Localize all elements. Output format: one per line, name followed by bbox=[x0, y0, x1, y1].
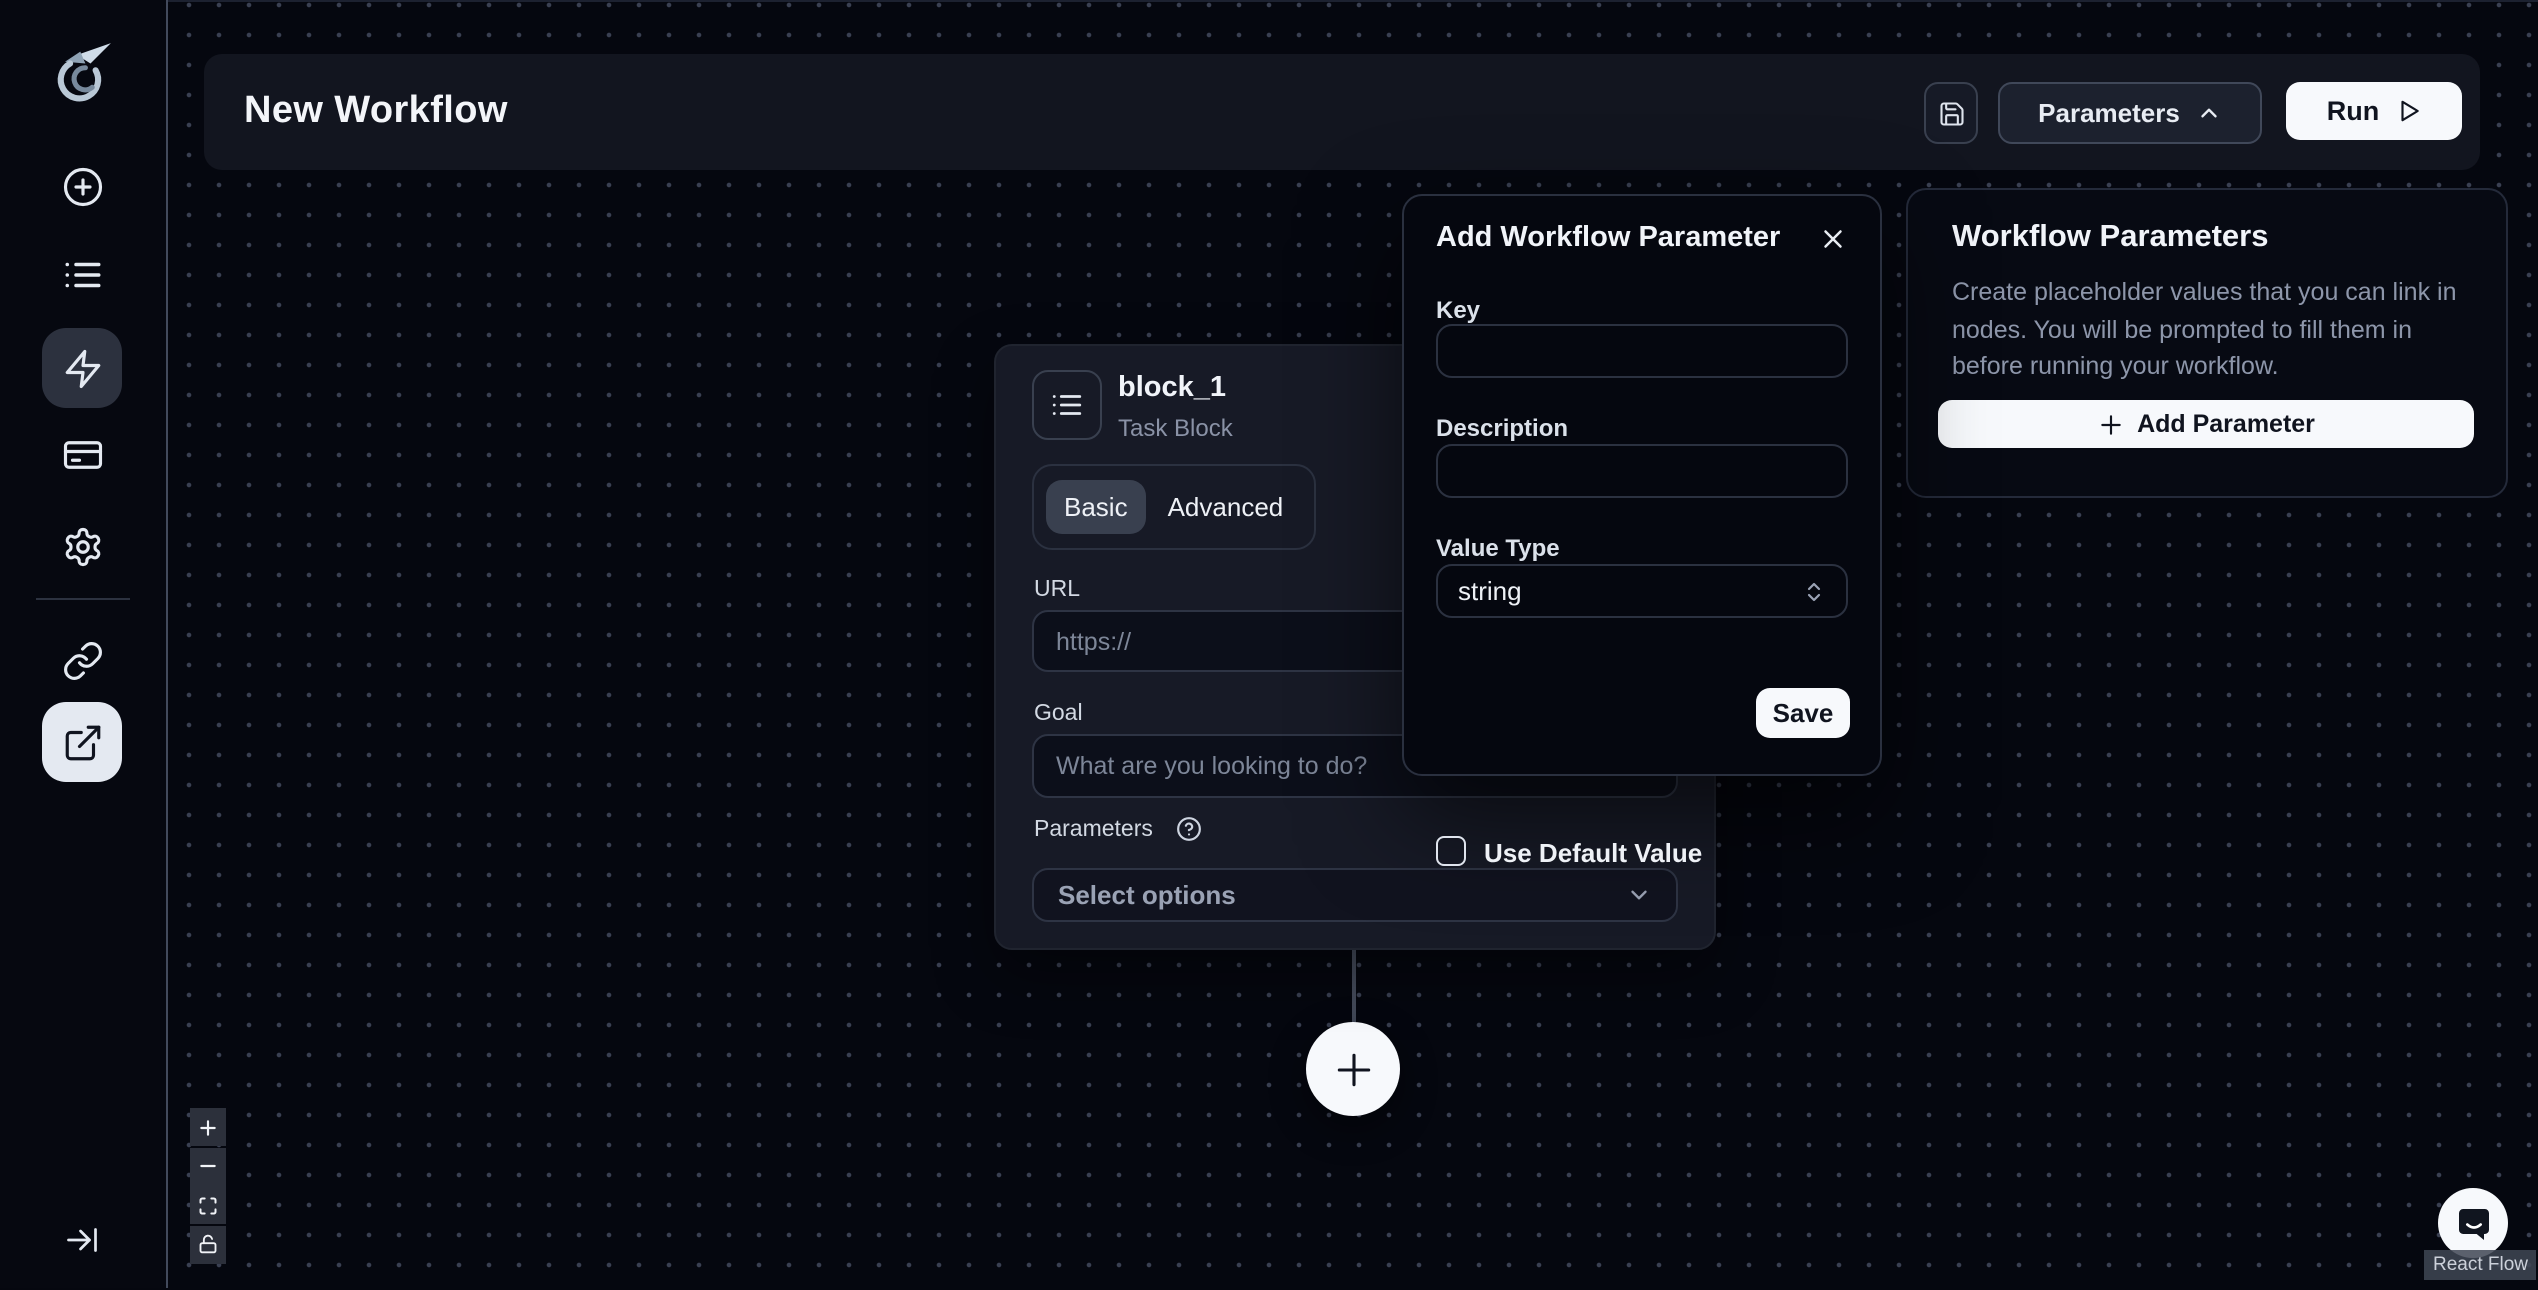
sidebar-item-integrations[interactable] bbox=[42, 620, 122, 700]
sidebar-item-billing[interactable] bbox=[42, 414, 122, 494]
use-default-value-checkbox[interactable] bbox=[1436, 836, 1466, 866]
workflow-parameters-panel: Workflow Parameters Create placeholder v… bbox=[1906, 188, 2508, 498]
modal-save-button[interactable]: Save bbox=[1756, 688, 1850, 738]
zoom-out-button[interactable] bbox=[190, 1147, 226, 1185]
list-icon bbox=[1050, 388, 1084, 422]
panel-title: Workflow Parameters bbox=[1952, 220, 2268, 256]
goal-label: Goal bbox=[1034, 702, 1083, 726]
external-link-icon bbox=[61, 721, 103, 763]
url-label: URL bbox=[1034, 578, 1080, 602]
plus-icon bbox=[1331, 1047, 1375, 1091]
sidebar-item-workflows[interactable] bbox=[42, 702, 122, 782]
select-placeholder: Select options bbox=[1058, 880, 1236, 910]
dragon-logo-icon bbox=[48, 38, 116, 106]
gear-icon bbox=[61, 525, 103, 567]
parameters-dropdown-button[interactable]: Parameters bbox=[1998, 82, 2262, 144]
tab-advanced[interactable]: Advanced bbox=[1150, 480, 1302, 534]
sidebar-expand-button[interactable] bbox=[42, 1200, 122, 1280]
sidebar-item-runs[interactable] bbox=[42, 234, 122, 314]
parameters-button-label: Parameters bbox=[2038, 98, 2180, 128]
add-parameter-label: Add Parameter bbox=[2137, 410, 2315, 438]
sidebar-item-tasks[interactable] bbox=[42, 328, 122, 408]
fit-view-button[interactable] bbox=[190, 1186, 226, 1224]
chat-launcher-button[interactable] bbox=[2438, 1188, 2508, 1258]
sidebar bbox=[0, 0, 168, 1288]
node-subtitle: Task Block bbox=[1118, 414, 1233, 442]
flow-controls bbox=[190, 1108, 226, 1264]
sidebar-item-create[interactable] bbox=[42, 146, 122, 226]
zap-icon bbox=[61, 347, 103, 389]
help-tooltip-trigger[interactable] bbox=[1176, 816, 1202, 852]
sidebar-divider bbox=[36, 598, 130, 600]
node-parameters-select[interactable]: Select options bbox=[1032, 868, 1678, 922]
key-label: Key bbox=[1436, 296, 1480, 324]
add-workflow-parameter-modal: Add Workflow Parameter Key Description V… bbox=[1402, 194, 1882, 776]
workflow-editor: New Workflow Parameters Run block bbox=[0, 0, 2538, 1288]
sidebar-item-settings[interactable] bbox=[42, 506, 122, 586]
unlock-icon bbox=[198, 1234, 218, 1254]
tab-basic[interactable]: Basic bbox=[1046, 480, 1146, 534]
close-icon bbox=[1817, 223, 1847, 253]
node-title: block_1 bbox=[1118, 372, 1226, 404]
workflow-header: New Workflow Parameters Run bbox=[204, 54, 2480, 170]
chat-bubble-icon bbox=[2453, 1203, 2493, 1243]
arrow-right-to-line-icon bbox=[64, 1222, 100, 1258]
node-parameters-label: Parameters bbox=[1034, 818, 1153, 842]
panel-description: Create placeholder values that you can l… bbox=[1952, 274, 2484, 386]
minus-icon bbox=[198, 1156, 218, 1176]
chevron-down-icon bbox=[1626, 882, 1652, 908]
flow-edge bbox=[1352, 946, 1355, 1024]
value-type-label: Value Type bbox=[1436, 534, 1560, 562]
list-icon bbox=[61, 253, 103, 295]
plus-icon bbox=[2097, 411, 2123, 437]
block-icon-box bbox=[1032, 370, 1102, 440]
react-flow-attribution: React Flow bbox=[2425, 1250, 2536, 1280]
link-icon bbox=[61, 639, 103, 681]
floppy-save-icon bbox=[1937, 99, 1965, 127]
node-parameters-row: Parameters bbox=[1034, 810, 1202, 852]
run-button-label: Run bbox=[2327, 96, 2380, 126]
description-input[interactable] bbox=[1436, 444, 1848, 498]
node-tabs: Basic Advanced bbox=[1032, 464, 1315, 550]
chevrons-up-down-icon bbox=[1802, 579, 1826, 603]
use-default-value-label: Use Default Value bbox=[1484, 838, 1702, 868]
help-circle-icon bbox=[1176, 816, 1202, 842]
add-parameter-button[interactable]: Add Parameter bbox=[1938, 400, 2474, 448]
play-icon bbox=[2395, 98, 2421, 124]
modal-title: Add Workflow Parameter bbox=[1436, 222, 1780, 254]
zoom-in-button[interactable] bbox=[190, 1108, 226, 1146]
save-button[interactable] bbox=[1924, 82, 1978, 144]
modal-close-button[interactable] bbox=[1814, 220, 1850, 256]
credit-card-icon bbox=[61, 433, 103, 475]
circle-plus-icon bbox=[61, 165, 103, 207]
value-type-selected: string bbox=[1458, 576, 1522, 606]
fit-view-icon bbox=[198, 1195, 218, 1215]
run-button[interactable]: Run bbox=[2286, 82, 2462, 140]
value-type-select[interactable]: string bbox=[1436, 564, 1848, 618]
skyvern-logo bbox=[48, 38, 116, 106]
description-label: Description bbox=[1436, 414, 1568, 442]
lock-toggle-button[interactable] bbox=[190, 1225, 226, 1263]
chevron-up-icon bbox=[2196, 100, 2222, 126]
plus-icon bbox=[198, 1117, 218, 1137]
key-input[interactable] bbox=[1436, 324, 1848, 378]
add-node-button[interactable] bbox=[1306, 1022, 1400, 1116]
page-title: New Workflow bbox=[244, 54, 508, 170]
